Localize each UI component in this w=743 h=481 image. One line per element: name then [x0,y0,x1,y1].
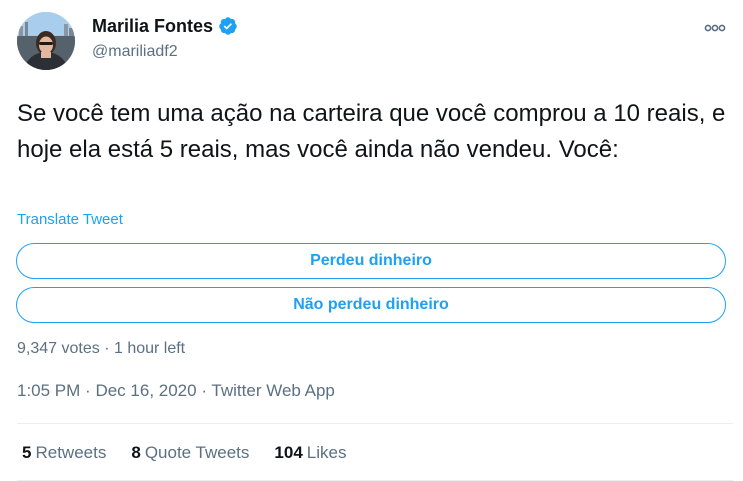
tweet-time[interactable]: 1:05 PM [17,381,80,400]
retweets-label: Retweets [35,443,107,462]
likes-count: 104 [274,443,303,462]
poll-votes: 9,347 votes [17,340,100,357]
poll-option-perdeu-dinheiro[interactable]: Perdeu dinheiro [16,243,726,279]
retweets-count: 5 [22,443,32,462]
timestamp-separator-1: · [85,381,91,400]
tweet-card: Marilia Fontes @mariliadf2 Se você tem u… [0,0,743,481]
avatar-photo [17,12,75,70]
verified-badge-icon [219,17,237,35]
timestamp-separator-2: · [201,381,207,400]
author-name-row: Marilia Fontes [92,14,238,38]
likes-stat[interactable]: 104 Likes [274,443,346,463]
tweet-source[interactable]: Twitter Web App [211,381,334,400]
author-display-name[interactable]: Marilia Fontes [92,16,213,37]
tweet-date[interactable]: Dec 16, 2020 [95,381,196,400]
more-dots-icon[interactable] [700,18,730,38]
retweets-stat[interactable]: 5 Retweets [22,443,106,463]
tweet-timestamp: 1:05 PM · Dec 16, 2020 · Twitter Web App [17,381,335,401]
quote-tweets-stat[interactable]: 8 Quote Tweets [131,443,249,463]
author-handle[interactable]: @mariliadf2 [92,43,178,61]
quote-tweets-count: 8 [131,443,141,462]
likes-label: Likes [306,443,347,462]
poll-separator: · [104,340,110,357]
poll-option-nao-perdeu-dinheiro[interactable]: Não perdeu dinheiro [16,287,726,323]
poll-meta: 9,347 votes · 1 hour left [17,340,185,358]
translate-tweet-link[interactable]: Translate Tweet [17,211,123,228]
quote-tweets-label: Quote Tweets [144,443,250,462]
tweet-text: Se você tem uma ação na carteira que voc… [17,100,726,163]
divider [17,423,733,424]
poll-time-left: 1 hour left [113,340,186,357]
avatar[interactable] [17,12,75,70]
tweet-stats: 5 Retweets 8 Quote Tweets 104 Likes [22,443,371,463]
